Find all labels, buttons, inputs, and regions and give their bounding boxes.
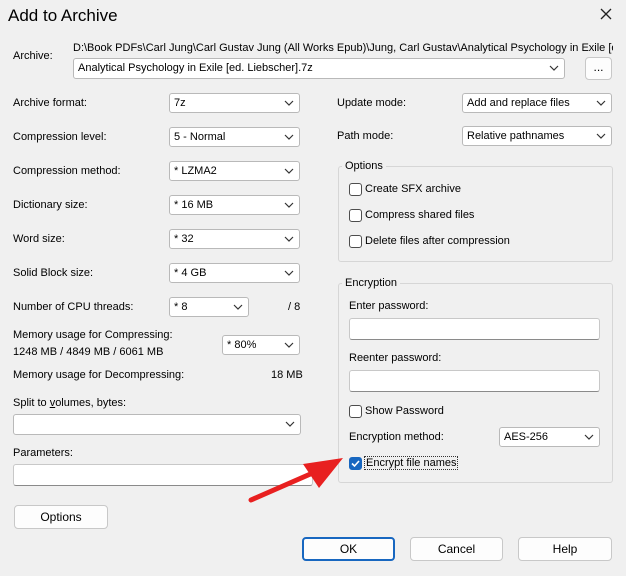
archive-format-select[interactable]: 7z bbox=[169, 93, 300, 113]
dictionary-size-value: * 16 MB bbox=[174, 199, 214, 211]
update-mode-select[interactable]: Add and replace files bbox=[462, 93, 612, 113]
solid-block-size-select[interactable]: * 4 GB bbox=[169, 263, 300, 283]
compression-level-select[interactable]: 5 - Normal bbox=[169, 127, 300, 147]
enter-password-input[interactable] bbox=[349, 318, 600, 340]
memory-decompress-label: Memory usage for Decompressing: bbox=[13, 369, 185, 381]
archive-label: Archive: bbox=[13, 50, 53, 62]
chevron-down-icon bbox=[284, 236, 294, 242]
chevron-down-icon bbox=[284, 342, 294, 348]
encrypt-file-names-label: Encrypt file names bbox=[364, 456, 459, 470]
path-mode-value: Relative pathnames bbox=[467, 130, 565, 142]
window-title: Add to Archive bbox=[8, 6, 118, 25]
dictionary-size-select[interactable]: * 16 MB bbox=[169, 195, 300, 215]
compress-shared-label: Compress shared files bbox=[365, 209, 475, 221]
cpu-threads-value: * 8 bbox=[174, 301, 188, 313]
reenter-password-label: Reenter password: bbox=[349, 352, 442, 364]
compression-method-label: Compression method: bbox=[13, 165, 121, 177]
split-volumes-label: Split to volumes, bytes: bbox=[13, 397, 127, 409]
memory-compress-label: Memory usage for Compressing: bbox=[13, 329, 173, 341]
compression-level-label: Compression level: bbox=[13, 131, 107, 143]
chevron-down-icon bbox=[584, 434, 594, 440]
memory-compress-select[interactable]: * 80% bbox=[222, 335, 300, 355]
chevron-down-icon bbox=[284, 134, 294, 140]
chevron-down-icon bbox=[284, 202, 294, 208]
encryption-method-value: AES-256 bbox=[504, 431, 549, 443]
ok-button[interactable]: OK bbox=[302, 537, 395, 561]
checkbox-box[interactable] bbox=[349, 209, 362, 222]
chevron-down-icon bbox=[285, 421, 295, 427]
word-size-select[interactable]: * 32 bbox=[169, 229, 300, 249]
compression-method-select[interactable]: * LZMA2 bbox=[169, 161, 300, 181]
chevron-down-icon bbox=[284, 100, 294, 106]
compression-level-value: 5 - Normal bbox=[174, 131, 226, 143]
checkbox-box[interactable] bbox=[349, 235, 362, 248]
cpu-threads-max: / 8 bbox=[288, 301, 301, 313]
show-password-label: Show Password bbox=[365, 405, 444, 417]
chevron-down-icon bbox=[284, 168, 294, 174]
word-size-value: * 32 bbox=[174, 233, 194, 245]
compression-method-value: * LZMA2 bbox=[174, 165, 217, 177]
solid-block-size-value: * 4 GB bbox=[174, 267, 207, 279]
word-size-label: Word size: bbox=[13, 233, 65, 245]
chevron-down-icon bbox=[549, 65, 559, 71]
annotation-arrow-icon bbox=[248, 458, 343, 503]
split-volumes-combobox[interactable] bbox=[13, 414, 301, 435]
options-group-title: Options bbox=[342, 160, 386, 172]
archive-path: D:\Book PDFs\Carl Jung\Carl Gustav Jung … bbox=[73, 42, 613, 54]
archive-name-combobox[interactable]: Analytical Psychology in Exile [ed. Lieb… bbox=[73, 58, 565, 79]
memory-decompress-value: 18 MB bbox=[271, 369, 303, 381]
chevron-down-icon bbox=[284, 270, 294, 276]
options-button[interactable]: Options bbox=[14, 505, 108, 529]
create-sfx-label: Create SFX archive bbox=[365, 183, 461, 195]
archive-format-label: Archive format: bbox=[13, 97, 87, 109]
checkbox-box[interactable] bbox=[349, 183, 362, 196]
chevron-down-icon bbox=[233, 304, 243, 310]
enter-password-label: Enter password: bbox=[349, 300, 429, 312]
help-button[interactable]: Help bbox=[518, 537, 612, 561]
update-mode-label: Update mode: bbox=[337, 97, 407, 109]
checkmark-icon bbox=[351, 460, 360, 468]
cancel-button[interactable]: Cancel bbox=[410, 537, 503, 561]
archive-name-value: Analytical Psychology in Exile [ed. Lieb… bbox=[78, 62, 313, 74]
memory-compress-select-value: * 80% bbox=[227, 339, 257, 351]
encryption-method-select[interactable]: AES-256 bbox=[499, 427, 600, 447]
browse-button[interactable]: ... bbox=[585, 57, 612, 80]
cpu-threads-label: Number of CPU threads: bbox=[13, 301, 134, 313]
close-button[interactable] bbox=[594, 4, 618, 26]
delete-after-label: Delete files after compression bbox=[365, 235, 510, 247]
cpu-threads-select[interactable]: * 8 bbox=[169, 297, 249, 317]
dictionary-size-label: Dictionary size: bbox=[13, 199, 88, 211]
encryption-method-label: Encryption method: bbox=[349, 431, 444, 443]
solid-block-size-label: Solid Block size: bbox=[13, 267, 94, 279]
memory-compress-value: 1248 MB / 4849 MB / 6061 MB bbox=[13, 346, 164, 358]
chevron-down-icon bbox=[596, 100, 606, 106]
reenter-password-input[interactable] bbox=[349, 370, 600, 392]
encryption-group-title: Encryption bbox=[342, 277, 400, 289]
update-mode-value: Add and replace files bbox=[467, 97, 570, 109]
close-icon bbox=[600, 8, 612, 20]
path-mode-label: Path mode: bbox=[337, 130, 394, 142]
checkbox-box[interactable] bbox=[349, 405, 362, 418]
checkbox-box-checked[interactable] bbox=[349, 457, 362, 470]
archive-format-value: 7z bbox=[174, 97, 186, 109]
path-mode-select[interactable]: Relative pathnames bbox=[462, 126, 612, 146]
chevron-down-icon bbox=[596, 133, 606, 139]
parameters-label: Parameters: bbox=[13, 447, 73, 459]
